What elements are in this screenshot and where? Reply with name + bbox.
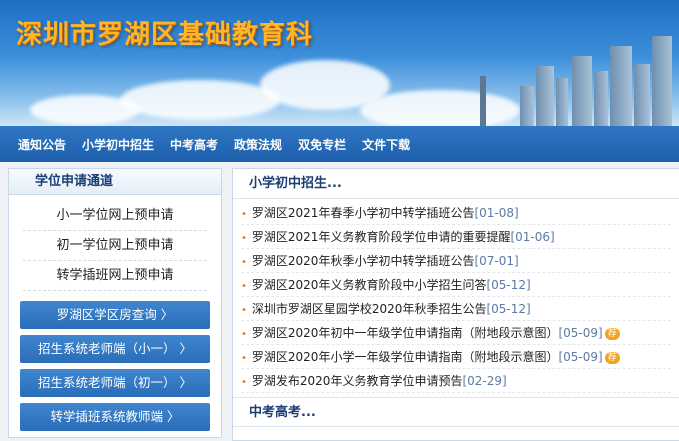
news-item[interactable]: • 罗湖区2020年初中一年级学位申请指南（附地段示意图）[05-09] 荐 xyxy=(241,321,671,345)
nav-item-double-exemption[interactable]: 双免专栏 xyxy=(298,136,346,153)
transfer-system-teacher-button[interactable]: 转学插班系统教师端 〉 xyxy=(20,403,210,431)
news-title: 罗湖区2020年小学一年级学位申请指南（附地段示意图） xyxy=(251,350,559,364)
skyline-building xyxy=(520,86,534,126)
bullet-icon: • xyxy=(241,329,247,340)
link-grade7-application[interactable]: 初一学位网上预申请 xyxy=(23,231,207,261)
bullet-icon: • xyxy=(241,281,247,292)
enrollment-news-list: • 罗湖区2021年春季小学初中转学插班公告[01-08] • 罗湖区2021年义务教… xyxy=(233,199,679,393)
cloud-decoration xyxy=(360,90,520,126)
skyline-building xyxy=(536,66,554,126)
news-item[interactable]: • 罗湖区2021年春季小学初中转学插班公告[01-08] xyxy=(241,201,671,225)
main-nav: 通知公告 小学初中招生 中考高考 政策法规 双免专栏 文件下载 xyxy=(0,126,679,162)
news-date: [01-08] xyxy=(474,206,519,220)
news-date: [01-06] xyxy=(510,230,555,244)
cloud-decoration xyxy=(30,95,140,125)
recommended-badge: 荐 xyxy=(604,351,620,364)
bullet-icon: • xyxy=(241,257,247,268)
news-title: 罗湖区2020年义务教育阶段中小学招生问答 xyxy=(251,278,487,292)
link-transfer-application[interactable]: 转学插班网上预申请 xyxy=(23,261,207,291)
news-date: [07-01] xyxy=(474,254,519,268)
news-title: 罗湖区2021年春季小学初中转学插班公告 xyxy=(251,206,475,220)
bullet-icon: • xyxy=(241,353,247,364)
bullet-icon: • xyxy=(241,377,247,388)
news-title: 罗湖发布2020年义务教育学位申请预告 xyxy=(251,374,463,388)
skyline-building xyxy=(610,46,632,126)
teacher-portal-junior-button[interactable]: 招生系统老师端（初一） 〉 xyxy=(20,369,210,397)
news-panel: 小学初中招生... • 罗湖区2021年春季小学初中转学插班公告[01-08] • 罗… xyxy=(232,168,679,441)
application-channel-panel: 学位申请通道 小一学位网上预申请 初一学位网上预申请 转学插班网上预申请 罗湖区… xyxy=(8,168,222,438)
bullet-icon: • xyxy=(241,305,247,316)
nav-item-enrollment[interactable]: 小学初中招生 xyxy=(82,136,154,153)
exams-news-preview xyxy=(233,427,679,441)
news-date: [05-09] xyxy=(558,350,603,364)
nav-item-exams[interactable]: 中考高考 xyxy=(170,136,218,153)
skyline-building xyxy=(634,64,650,126)
bullet-icon: • xyxy=(241,209,247,220)
skyline-building xyxy=(652,36,672,126)
skyline-building xyxy=(594,71,608,126)
skyline-building xyxy=(572,56,592,126)
section-title-exams[interactable]: 中考高考... xyxy=(233,397,679,427)
school-district-query-button[interactable]: 罗湖区学区房查询 〉 xyxy=(20,301,210,329)
skyline-building xyxy=(556,78,568,126)
recommended-badge: 荐 xyxy=(604,327,620,340)
header-banner: 深圳市罗湖区基础教育科 xyxy=(0,0,679,126)
skyline-tower xyxy=(480,76,486,126)
teacher-portal-primary-button[interactable]: 招生系统老师端（小一） 〉 xyxy=(20,335,210,363)
cloud-decoration xyxy=(120,80,280,120)
link-grade1-application[interactable]: 小一学位网上预申请 xyxy=(23,201,207,231)
application-link-list: 小一学位网上预申请 初一学位网上预申请 转学插班网上预申请 xyxy=(9,195,221,291)
panel-title: 学位申请通道 xyxy=(9,169,221,195)
nav-item-downloads[interactable]: 文件下载 xyxy=(362,136,410,153)
news-date: [05-12] xyxy=(486,278,531,292)
news-item[interactable]: • 罗湖区2020年小学一年级学位申请指南（附地段示意图）[05-09] 荐 xyxy=(241,345,671,369)
news-title: 罗湖区2020年初中一年级学位申请指南（附地段示意图） xyxy=(251,326,559,340)
news-date: [05-12] xyxy=(486,302,531,316)
news-title: 深圳市罗湖区星园学校2020年秋季招生公告 xyxy=(251,302,487,316)
news-item[interactable]: • 罗湖发布2020年义务教育学位申请预告[02-29] xyxy=(241,369,671,393)
nav-item-policies[interactable]: 政策法规 xyxy=(234,136,282,153)
news-item[interactable]: • 罗湖区2021年义务教育阶段学位申请的重要提醒[01-06] xyxy=(241,225,671,249)
site-title: 深圳市罗湖区基础教育科 xyxy=(16,20,314,50)
news-item[interactable]: • 罗湖区2020年义务教育阶段中小学招生问答[05-12] xyxy=(241,273,671,297)
news-title: 罗湖区2020年秋季小学初中转学插班公告 xyxy=(251,254,475,268)
news-date: [05-09] xyxy=(558,326,603,340)
news-date: [02-29] xyxy=(462,374,507,388)
news-item[interactable]: • 罗湖区2020年秋季小学初中转学插班公告[07-01] xyxy=(241,249,671,273)
nav-item-notices[interactable]: 通知公告 xyxy=(18,136,66,153)
bullet-icon: • xyxy=(241,233,247,244)
news-title: 罗湖区2021年义务教育阶段学位申请的重要提醒 xyxy=(251,230,511,244)
news-item[interactable]: • 深圳市罗湖区星园学校2020年秋季招生公告[05-12] xyxy=(241,297,671,321)
section-title-enrollment[interactable]: 小学初中招生... xyxy=(233,169,679,199)
